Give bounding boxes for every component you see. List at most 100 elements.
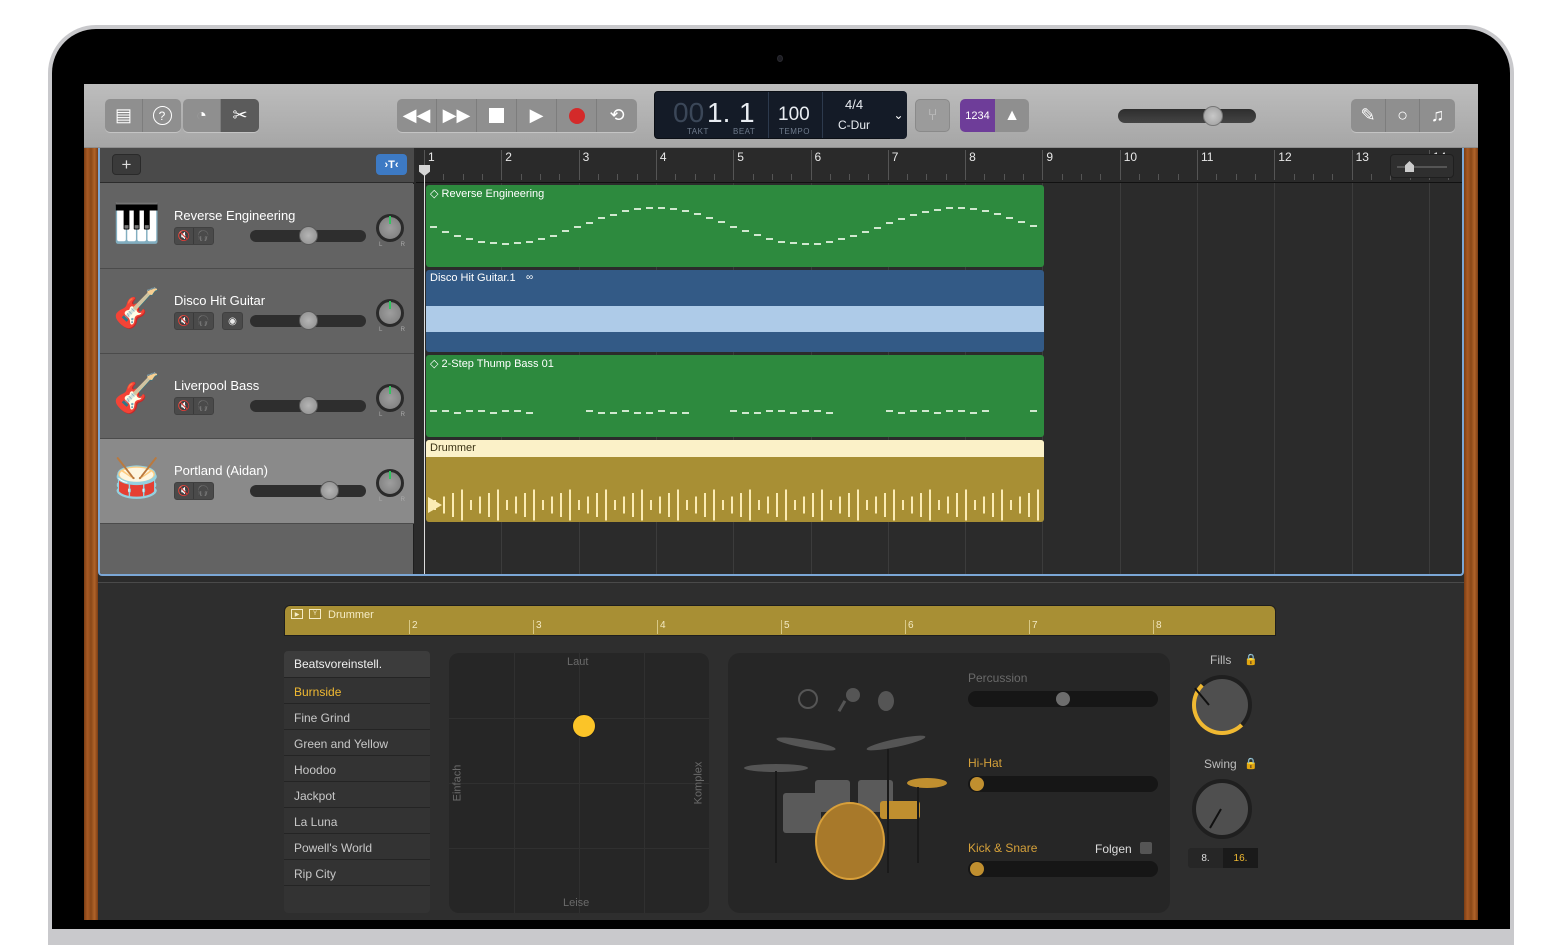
- xy-pad-puck[interactable]: [572, 713, 597, 738]
- percussion-slider[interactable]: [968, 691, 1158, 707]
- lcd-dropdown-button[interactable]: ⌄: [890, 91, 907, 139]
- track-volume-slider[interactable]: [250, 396, 366, 415]
- solo-button[interactable]: 🎧: [194, 228, 213, 244]
- fills-lock-icon[interactable]: 🔒: [1244, 653, 1258, 666]
- mute-button[interactable]: 🔇: [175, 483, 194, 499]
- track-volume-slider[interactable]: [250, 311, 366, 330]
- catch-playhead-button[interactable]: ›T‹: [376, 154, 407, 175]
- cycle-button[interactable]: ⟲: [597, 99, 637, 132]
- library-button[interactable]: ▤: [105, 99, 143, 132]
- pan-knob[interactable]: [376, 299, 404, 327]
- wood-panel-left: [84, 148, 98, 920]
- solo-button[interactable]: 🎧: [194, 483, 213, 499]
- region-drummer[interactable]: Drummer: [426, 440, 1044, 522]
- track-volume-knob[interactable]: [298, 396, 318, 415]
- lcd-display[interactable]: 00 1. 1 TAKT BEAT 100 TEMPO 4/4 C-Dur: [654, 91, 906, 139]
- count-in-button[interactable]: 1234: [960, 99, 995, 132]
- fast-forward-button[interactable]: ▶▶: [437, 99, 477, 132]
- master-volume-slider[interactable]: [1118, 106, 1256, 126]
- timeline-ruler[interactable]: 1234567891011121314: [416, 148, 1462, 183]
- loop-browser-button[interactable]: ○: [1386, 99, 1420, 132]
- rewind-button[interactable]: ◀◀: [397, 99, 437, 132]
- follow-label: Folgen: [1095, 842, 1132, 856]
- track-name: Liverpool Bass: [174, 378, 260, 393]
- track-volume-slider[interactable]: [250, 226, 366, 245]
- track-header[interactable]: 🎹 Reverse Engineering 🔇 🎧 L R: [100, 184, 414, 269]
- follow-checkbox[interactable]: [1140, 842, 1152, 854]
- drum-kit-icon: 🥁: [113, 458, 161, 500]
- catch-playhead-icon[interactable]: Y: [309, 609, 321, 619]
- play-region-icon[interactable]: ▶: [291, 609, 303, 619]
- tempo-value: 100: [778, 104, 810, 125]
- preset-item[interactable]: Powell's World: [284, 834, 430, 860]
- play-button[interactable]: ▶: [517, 99, 557, 132]
- help-button[interactable]: ?: [143, 99, 181, 132]
- notepad-button[interactable]: ✎: [1351, 99, 1386, 132]
- pan-knob[interactable]: [376, 469, 404, 497]
- zoom-thumb[interactable]: [1405, 161, 1414, 172]
- kick-snare-slider[interactable]: [968, 861, 1158, 877]
- pan-knob[interactable]: [376, 214, 404, 242]
- region-midi[interactable]: ◇ Reverse Engineering: [426, 185, 1044, 267]
- mute-button[interactable]: 🔇: [175, 398, 194, 414]
- solo-button[interactable]: 🎧: [194, 398, 213, 414]
- swing-knob[interactable]: [1192, 779, 1252, 839]
- fills-knob[interactable]: [1192, 675, 1252, 735]
- mute-button[interactable]: 🔇: [175, 313, 194, 329]
- region-midi[interactable]: ◇ 2-Step Thump Bass 01: [426, 355, 1044, 437]
- mute-button[interactable]: 🔇: [175, 228, 194, 244]
- preset-item[interactable]: Jackpot: [284, 782, 430, 808]
- solo-button[interactable]: 🎧: [194, 313, 213, 329]
- xy-label-quiet: Leise: [563, 897, 590, 909]
- mute-solo-group: 🔇 🎧: [174, 227, 214, 245]
- pan-right-label: R: [400, 242, 405, 248]
- tuner-button[interactable]: ⑂: [915, 99, 950, 132]
- preset-item[interactable]: Green and Yellow: [284, 730, 430, 756]
- region-audio[interactable]: Disco Hit Guitar.1 ∞: [426, 270, 1044, 352]
- media-browser-button[interactable]: ♫: [1420, 99, 1455, 132]
- loop-link-icon: ∞: [526, 272, 534, 283]
- preset-item[interactable]: Fine Grind: [284, 704, 430, 730]
- metronome-button[interactable]: ▲: [995, 99, 1029, 132]
- preset-item[interactable]: Hoodoo: [284, 756, 430, 782]
- region-title: ◇ Reverse Engineering: [430, 188, 545, 200]
- editor-bar-number: 2: [409, 620, 418, 634]
- swing-lock-icon[interactable]: 🔒: [1244, 757, 1258, 770]
- timeline-zoom-slider[interactable]: [1390, 154, 1454, 178]
- complexity-loudness-pad[interactable]: Laut Leise Einfach Komplex: [449, 653, 709, 913]
- smart-controls-button[interactable]: ◔: [183, 99, 221, 132]
- stop-icon: [489, 108, 504, 123]
- add-track-button[interactable]: +: [112, 154, 141, 175]
- preset-item[interactable]: Burnside: [284, 678, 430, 704]
- pan-right-label: R: [400, 327, 405, 333]
- percussion-knob[interactable]: [1056, 692, 1070, 706]
- input-monitor-button[interactable]: ◉: [223, 313, 242, 329]
- track-volume-knob[interactable]: [298, 311, 318, 330]
- transport-controls: ◀◀ ▶▶ ▶ ⟲: [397, 99, 637, 132]
- media-browser-icon: ♫: [1430, 105, 1445, 125]
- stop-button[interactable]: [477, 99, 517, 132]
- track-header[interactable]: 🎸 Liverpool Bass 🔇 🎧 L R: [100, 354, 414, 439]
- track-header[interactable]: 🎸 Disco Hit Guitar 🔇 🎧 ◉ L R: [100, 269, 414, 354]
- preset-item[interactable]: La Luna: [284, 808, 430, 834]
- track-volume-slider[interactable]: [250, 481, 366, 500]
- hihat-slider[interactable]: [968, 776, 1158, 792]
- track-volume-knob[interactable]: [319, 481, 339, 500]
- pan-knob[interactable]: [376, 384, 404, 412]
- master-volume-knob[interactable]: [1202, 106, 1223, 126]
- ruler-bar-number: 6: [810, 150, 821, 180]
- synth-keyboard-icon: 🎹: [113, 203, 161, 245]
- drum-kit-illustration[interactable]: [738, 683, 958, 903]
- rate-8-button[interactable]: 8.: [1188, 848, 1223, 868]
- rate-16-button[interactable]: 16.: [1223, 848, 1258, 868]
- preset-item[interactable]: Rip City: [284, 860, 430, 886]
- record-button[interactable]: [557, 99, 597, 132]
- track-volume-knob[interactable]: [298, 226, 318, 245]
- fills-knob-indicator: [1194, 687, 1210, 706]
- playhead[interactable]: [424, 165, 425, 574]
- headphones-icon: 🎧: [197, 230, 210, 242]
- track-header[interactable]: 🥁 Portland (Aidan) 🔇 🎧 L R: [100, 439, 414, 524]
- editors-button[interactable]: ✂: [221, 99, 259, 132]
- hihat-knob[interactable]: [970, 777, 984, 791]
- kick-snare-knob[interactable]: [970, 862, 984, 876]
